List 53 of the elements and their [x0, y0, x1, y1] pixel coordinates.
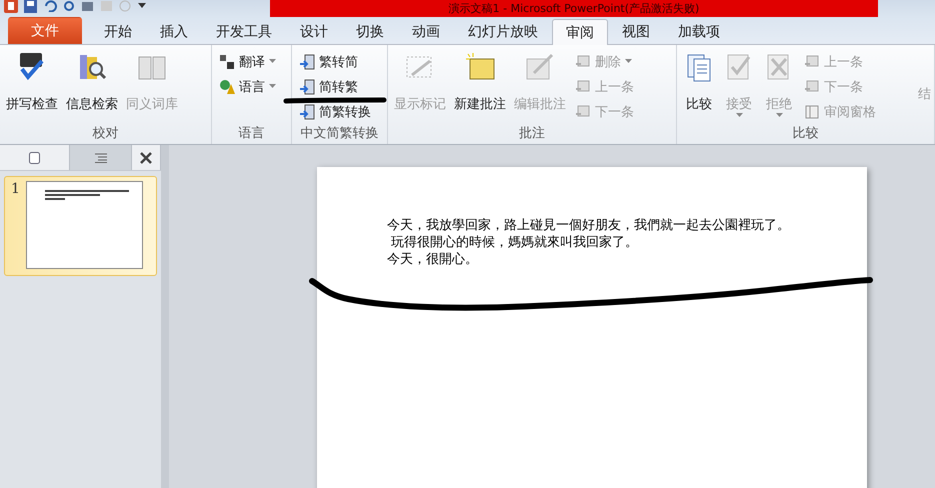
outline-icon — [94, 152, 107, 162]
ribbon-tab[interactable]: 视图 — [608, 18, 664, 44]
save-icon — [24, 0, 37, 12]
ribbon-tab[interactable]: 设计 — [286, 18, 342, 44]
ribbon-button[interactable]: 信息检索 — [63, 49, 121, 115]
group-label: 批注 — [518, 125, 546, 143]
ribbon-button[interactable]: 拼写检查 — [3, 49, 61, 115]
toolbar-icon — [100, 0, 113, 12]
ribbon-button[interactable]: 新建批注 — [451, 49, 509, 115]
customize-caret-icon — [138, 3, 146, 9]
outline-tab[interactable] — [70, 145, 132, 170]
slide-text: 玩得很開心的時候，媽媽就來叫我回家了。 — [390, 234, 640, 251]
convert-arrow-icon — [299, 104, 315, 120]
group-label: 校对 — [92, 125, 120, 143]
close-icon — [140, 152, 152, 164]
slide-icon — [29, 152, 40, 164]
comment-arrow-icon — [575, 78, 591, 94]
slide-text: 今天，我放學回家，路上碰見一個好朋友，我們就一起去公園裡玩了。 — [387, 217, 791, 234]
undo-icon — [43, 0, 57, 12]
ribbon-button[interactable]: 简繁转换 — [299, 101, 371, 122]
ribbon-tab[interactable]: 动画 — [398, 18, 454, 44]
slides-tab[interactable] — [0, 145, 70, 170]
file-tab[interactable]: 文件 — [8, 17, 82, 44]
comment-arrow-icon — [804, 54, 820, 70]
ribbon-tab[interactable]: 幻灯片放映 — [454, 18, 552, 44]
comment-arrow-icon — [575, 54, 591, 70]
ribbon-button[interactable]: 翻译 — [219, 51, 276, 72]
slide-thumbnail[interactable]: 1 — [4, 176, 157, 276]
toolbar-icon — [119, 0, 132, 12]
convert-arrow-icon — [299, 54, 315, 70]
ribbon-tab[interactable]: 加载项 — [664, 18, 734, 44]
slide-text: 今天，很開心。 — [387, 251, 479, 268]
convert-arrow-icon — [299, 78, 315, 94]
comment-arrow-icon — [804, 78, 820, 94]
ribbon-tab[interactable]: 开发工具 — [202, 18, 286, 44]
ribbon-tab[interactable]: 插入 — [146, 18, 202, 44]
ribbon-button[interactable]: 繁转简 — [299, 51, 371, 72]
ribbon-button[interactable]: 语言 — [219, 76, 276, 97]
ribbon-button[interactable]: 简转繁 — [299, 76, 371, 97]
ribbon-tab[interactable]: 开始 — [90, 18, 146, 44]
ribbon-button[interactable]: 比较 — [680, 49, 718, 115]
group-label: 比较 — [792, 125, 820, 143]
group-label: 中文简繁转换 — [300, 125, 380, 143]
ribbon-tab[interactable]: 审阅 — [552, 19, 608, 45]
app-logo-icon — [4, 0, 18, 13]
slide-number: 1 — [11, 181, 20, 199]
comment-arrow-icon — [575, 104, 591, 120]
window-title: 演示文稿1 - Microsoft PowerPoint(产品激活失败) — [448, 2, 700, 15]
close-button[interactable] — [132, 145, 161, 170]
ribbon-tab[interactable]: 切换 — [342, 18, 398, 44]
pane-icon — [804, 104, 820, 120]
toolbar-icon — [81, 0, 94, 12]
group-label: 语言 — [238, 125, 266, 143]
